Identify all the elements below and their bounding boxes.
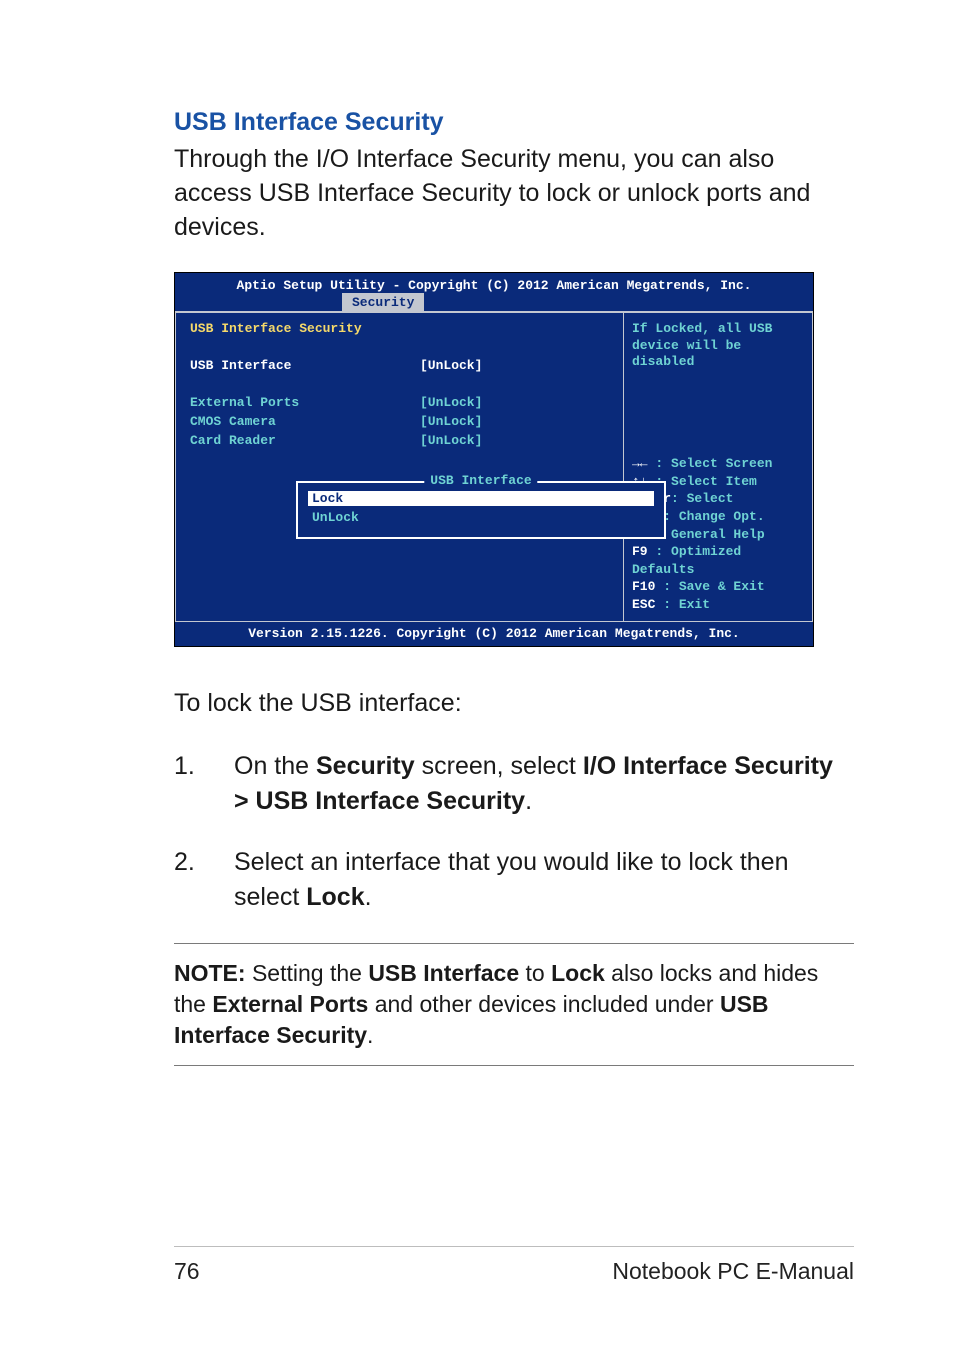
bios-row-usb-interface-value: [UnLock] xyxy=(420,358,482,373)
bios-popup-title: USB Interface xyxy=(424,473,537,488)
step-1: On the Security screen, select I/O Inter… xyxy=(174,749,854,819)
bios-popup-option-unlock: UnLock xyxy=(308,510,654,525)
bios-row-usb-interface-label: USB Interface xyxy=(190,358,420,373)
bios-row-external-ports-label: External Ports xyxy=(190,395,420,410)
intro-text: Through the I/O Interface Security menu,… xyxy=(174,143,854,244)
steps-list: On the Security screen, select I/O Inter… xyxy=(174,749,854,915)
bios-header: Aptio Setup Utility - Copyright (C) 2012… xyxy=(175,275,813,293)
step-2: Select an interface that you would like … xyxy=(174,845,854,915)
section-heading: USB Interface Security xyxy=(174,108,854,137)
lock-lead: To lock the USB interface: xyxy=(174,687,854,721)
bios-row-cmos-camera-value: [UnLock] xyxy=(420,414,482,429)
note-block: NOTE: Setting the USB Interface to Lock … xyxy=(174,943,854,1066)
bios-row-cmos-camera-label: CMOS Camera xyxy=(190,414,420,429)
bios-help-text: If Locked, all USB device will be disabl… xyxy=(632,321,804,370)
bios-popup: USB Interface Lock UnLock xyxy=(296,481,666,539)
bios-row-card-reader-value: [UnLock] xyxy=(420,433,482,448)
page-number: 76 xyxy=(174,1258,200,1285)
bios-footer: Version 2.15.1226. Copyright (C) 2012 Am… xyxy=(175,622,813,646)
bios-row-external-ports-value: [UnLock] xyxy=(420,395,482,410)
bios-section-title: USB Interface Security xyxy=(190,321,362,336)
bios-tab-security: Security xyxy=(342,293,424,311)
footer-title: Notebook PC E-Manual xyxy=(612,1258,854,1285)
bios-row-card-reader-label: Card Reader xyxy=(190,433,420,448)
bios-popup-option-lock: Lock xyxy=(308,491,654,506)
bios-screenshot: Aptio Setup Utility - Copyright (C) 2012… xyxy=(174,272,814,647)
